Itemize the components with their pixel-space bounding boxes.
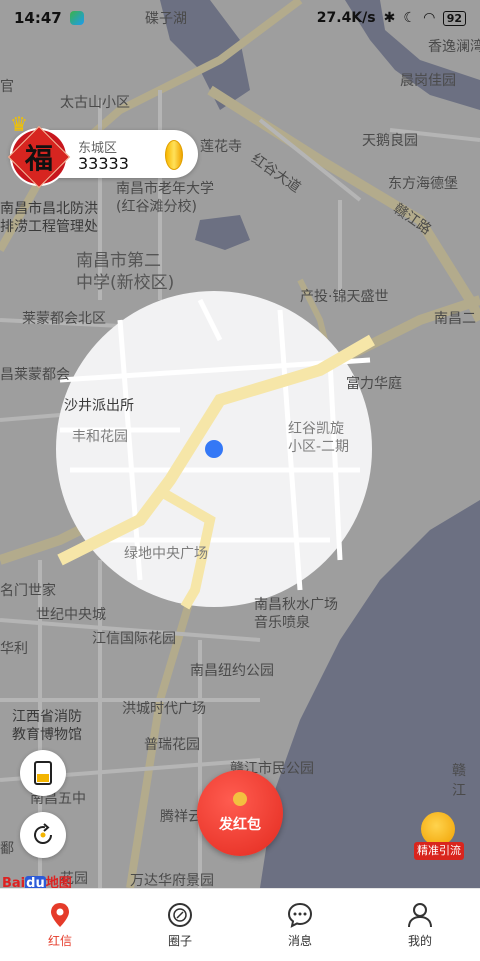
map-label: 太古山小区 — [60, 95, 130, 111]
map-label: 南昌市老年大学 — [116, 181, 214, 197]
map-label: 鄱 — [0, 841, 14, 857]
map-label: 小区-二期 — [288, 439, 350, 455]
map-label: 南昌市昌北防洪 — [0, 201, 98, 217]
map-label: 莲花寺 — [200, 139, 242, 155]
points-value: 33333 — [78, 154, 129, 173]
bottom-tab-bar: 红信 圈子 消息 我的 — [0, 888, 480, 961]
map-label: (红谷滩分校) — [116, 199, 197, 215]
chat-bubble-icon — [287, 902, 313, 928]
map-label: 赣 — [452, 763, 466, 779]
status-time: 14:47 — [14, 9, 62, 27]
network-speed: 27.4K/s — [316, 10, 376, 26]
tab-label: 圈子 — [167, 933, 192, 948]
map-label: 音乐喷泉 — [254, 615, 310, 631]
refresh-icon — [34, 823, 53, 844]
map-label: 产投·锦天盛世 — [300, 289, 389, 305]
crown-icon: ♛ — [10, 112, 28, 136]
map-label: 南昌二 — [434, 311, 476, 327]
app-notification-icon — [69, 11, 84, 25]
moon-icon: ☾ — [403, 10, 416, 26]
tab-label: 消息 — [287, 933, 312, 948]
map-label: 教育博物馆 — [12, 727, 82, 743]
coin-icon — [421, 812, 455, 846]
map-label: 南昌纽约公园 — [190, 663, 274, 679]
send-red-packet-button[interactable]: 发红包 — [197, 770, 283, 856]
map-label: 莱蒙都会北区 — [22, 311, 106, 327]
bluetooth-icon: ✱ — [383, 10, 396, 26]
map-label: 天鹅良园 — [362, 133, 418, 149]
map-label: 名门世家 — [0, 583, 56, 599]
map-label: 华利 — [0, 641, 28, 657]
tab-messages[interactable]: 消息 — [240, 889, 360, 961]
refresh-location-button[interactable] — [20, 812, 66, 858]
badge-character: 福 — [24, 141, 54, 175]
map-label: 昌莱蒙都会 — [0, 367, 70, 383]
tab-profile[interactable]: 我的 — [360, 889, 480, 961]
status-bar: 14:47 27.4K/s ✱ ☾ ◠ 92 — [0, 0, 480, 36]
map-label: 南昌秋水广场 — [254, 597, 338, 613]
map-label: 洪城时代广场 — [122, 701, 206, 717]
envelope-seal-icon — [233, 792, 247, 806]
map-label: 官 — [0, 79, 14, 95]
map-label: 普瑞花园 — [144, 737, 200, 753]
promo-button[interactable]: 精准引流 — [414, 812, 464, 862]
map-label: 晨岗佳园 — [400, 73, 456, 89]
tab-hongxin[interactable]: 红信 — [0, 889, 120, 961]
avatar[interactable]: 福 — [7, 125, 71, 189]
map-label: 富力华庭 — [346, 376, 402, 392]
person-icon — [408, 902, 432, 927]
battery-icon: 92 — [442, 10, 466, 26]
promo-tag: 精准引流 — [414, 842, 464, 860]
map-label: 丰和花园 — [72, 429, 128, 445]
map-label: 香逸澜湾 — [428, 39, 480, 55]
map-label: 南昌市第二 — [76, 251, 161, 271]
map-label: 腾祥云 — [160, 809, 202, 825]
map-label: 万达华府景园 — [130, 873, 214, 888]
map-label: 江西省消防 — [12, 709, 82, 725]
tab-label: 红信 — [47, 933, 72, 948]
map-label: 绿地中央广场 — [124, 546, 208, 562]
coin-icon — [165, 140, 183, 170]
map-label: 江信国际花园 — [92, 631, 176, 647]
send-red-packet-label: 发红包 — [219, 817, 261, 833]
map-label: 江 — [452, 783, 466, 799]
map-label: 世纪中央城 — [36, 607, 106, 623]
map-label: 东方海德堡 — [388, 176, 458, 192]
tab-circle[interactable]: 圈子 — [120, 889, 240, 961]
map-label: 中学(新校区) — [76, 273, 175, 293]
cup-icon — [34, 761, 52, 785]
history-button[interactable] — [20, 750, 66, 796]
circle-compass-icon — [168, 902, 192, 927]
current-location-dot — [205, 440, 223, 458]
location-pin-icon — [51, 902, 69, 927]
tab-label: 我的 — [407, 933, 432, 948]
wifi-icon: ◠ — [423, 10, 435, 26]
map-label: 红谷凯旋 — [288, 421, 344, 437]
map-label: 排涝工程管理处 — [0, 219, 98, 235]
map-label: 沙井派出所 — [64, 398, 134, 414]
